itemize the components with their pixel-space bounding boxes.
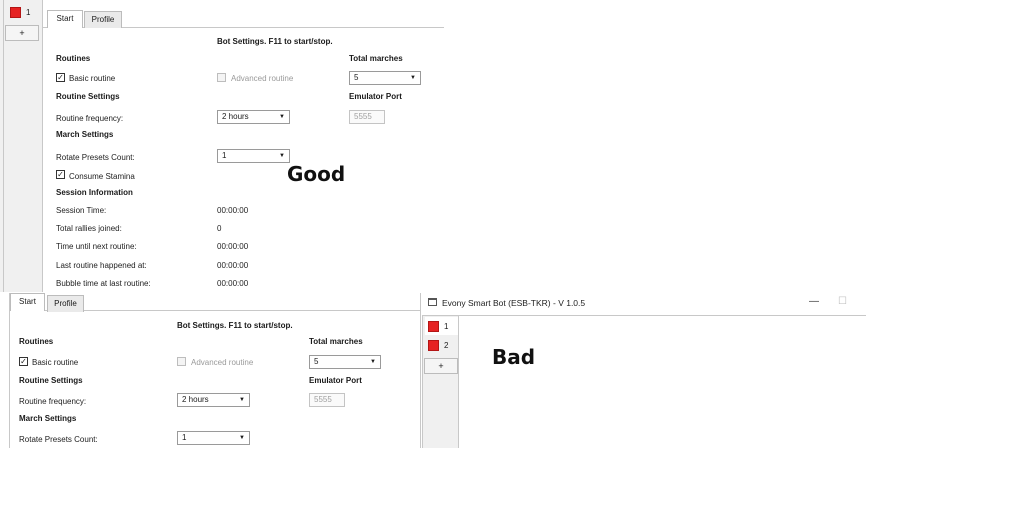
bad-annotation: Bad [492, 345, 536, 369]
total-marches-select[interactable]: 5 ▼ [349, 71, 421, 85]
advanced-routine-checkbox[interactable] [217, 73, 226, 82]
instance-label: 1 [444, 321, 449, 331]
instance-status-icon [428, 320, 439, 332]
session-information-title: Session Information [56, 188, 133, 197]
instance-status-icon [428, 339, 439, 351]
instance-sidebar [0, 0, 42, 292]
rotate-presets-select[interactable]: 1 ▼ [177, 431, 250, 445]
march-settings-title: March Settings [19, 414, 77, 423]
rotate-presets-label: Rotate Presets Count: [56, 153, 135, 162]
total-marches-select[interactable]: 5 ▼ [309, 355, 381, 369]
basic-routine-label: Basic routine [32, 358, 79, 367]
next-routine-label: Time until next routine: [56, 242, 137, 251]
routines-title: Routines [56, 54, 91, 63]
instance-item-2[interactable]: 2 [428, 336, 448, 354]
instance-label: 1 [26, 7, 31, 17]
routine-frequency-select[interactable]: 2 hours ▼ [217, 110, 290, 124]
emulator-port-title: Emulator Port [349, 92, 402, 101]
session-time-value: 00:00:00 [217, 206, 249, 215]
window-icon [428, 298, 437, 306]
settings-heading: Bot Settings. F11 to start/stop. [177, 321, 293, 330]
emulator-port-input[interactable]: 5555 [309, 393, 345, 407]
march-settings-title: March Settings [56, 130, 114, 139]
basic-routine-checkbox[interactable]: ✓ [19, 357, 28, 366]
basic-routine-label: Basic routine [69, 74, 116, 83]
routine-frequency-select[interactable]: 2 hours ▼ [177, 393, 250, 407]
total-marches-value: 5 [354, 73, 359, 82]
tab-start[interactable]: Start [47, 10, 83, 28]
rotate-presets-select[interactable]: 1 ▼ [217, 149, 290, 163]
consume-stamina-checkbox[interactable]: ✓ [56, 170, 65, 179]
bubble-time-label: Bubble time at last routine: [56, 279, 151, 288]
chevron-down-icon: ▼ [410, 75, 416, 81]
next-routine-value: 00:00:00 [217, 242, 249, 251]
advanced-routine-label: Advanced routine [191, 358, 254, 367]
chevron-down-icon: ▼ [279, 114, 285, 120]
last-routine-label: Last routine happened at: [56, 261, 147, 270]
chevron-down-icon: ▼ [370, 359, 376, 365]
emulator-port-input[interactable]: 5555 [349, 110, 385, 124]
consume-stamina-label: Consume Stamina [69, 172, 135, 181]
routine-settings-title: Routine Settings [56, 92, 120, 101]
total-rallies-label: Total rallies joined: [56, 224, 122, 233]
chevron-down-icon: ▼ [239, 435, 245, 441]
advanced-routine-checkbox[interactable] [177, 357, 186, 366]
basic-routine-checkbox[interactable]: ✓ [56, 73, 65, 82]
good-annotation: Good [287, 162, 346, 186]
rotate-presets-value: 1 [182, 433, 187, 442]
advanced-routine-label: Advanced routine [231, 74, 294, 83]
last-routine-value: 00:00:00 [217, 261, 249, 270]
add-instance-button[interactable]: + [5, 25, 39, 41]
tab-profile[interactable]: Profile [47, 295, 84, 312]
window-title: Evony Smart Bot (ESB-TKR) - V 1.0.5 [442, 298, 586, 308]
instance-label: 2 [444, 340, 449, 350]
bubble-time-value: 00:00:00 [217, 279, 249, 288]
routines-title: Routines [19, 337, 54, 346]
instance-item-1[interactable]: 1 [425, 317, 458, 335]
instance-status-icon [10, 6, 21, 18]
minimize-button[interactable]: — [809, 296, 819, 307]
add-instance-button[interactable]: + [424, 358, 458, 374]
instance-item-1[interactable]: 1 [10, 3, 30, 21]
routine-settings-title: Routine Settings [19, 376, 83, 385]
rotate-presets-value: 1 [222, 151, 227, 160]
session-time-label: Session Time: [56, 206, 107, 215]
routine-frequency-value: 2 hours [182, 395, 209, 404]
settings-heading: Bot Settings. F11 to start/stop. [217, 37, 333, 46]
chevron-down-icon: ▼ [239, 397, 245, 403]
chevron-down-icon: ▼ [279, 153, 285, 159]
bottom-left-window: Start Profile Bot Settings. F11 to start… [0, 293, 421, 448]
maximize-button[interactable]: ☐ [838, 296, 847, 307]
routine-frequency-label: Routine frequency: [19, 397, 87, 406]
total-marches-value: 5 [314, 357, 319, 366]
rotate-presets-label: Rotate Presets Count: [19, 435, 98, 444]
bottom-right-window: Evony Smart Bot (ESB-TKR) - V 1.0.5 — ☐ … [422, 293, 866, 448]
routine-frequency-label: Routine frequency: [56, 114, 124, 123]
emulator-port-title: Emulator Port [309, 376, 362, 385]
total-rallies-value: 0 [217, 224, 222, 233]
routine-frequency-value: 2 hours [222, 112, 249, 121]
total-marches-title: Total marches [349, 54, 403, 63]
top-window: 1 + Start Profile Bot Settings. F11 to s… [0, 0, 444, 292]
tab-profile[interactable]: Profile [84, 11, 122, 28]
tab-start[interactable]: Start [10, 293, 45, 311]
total-marches-title: Total marches [309, 337, 363, 346]
